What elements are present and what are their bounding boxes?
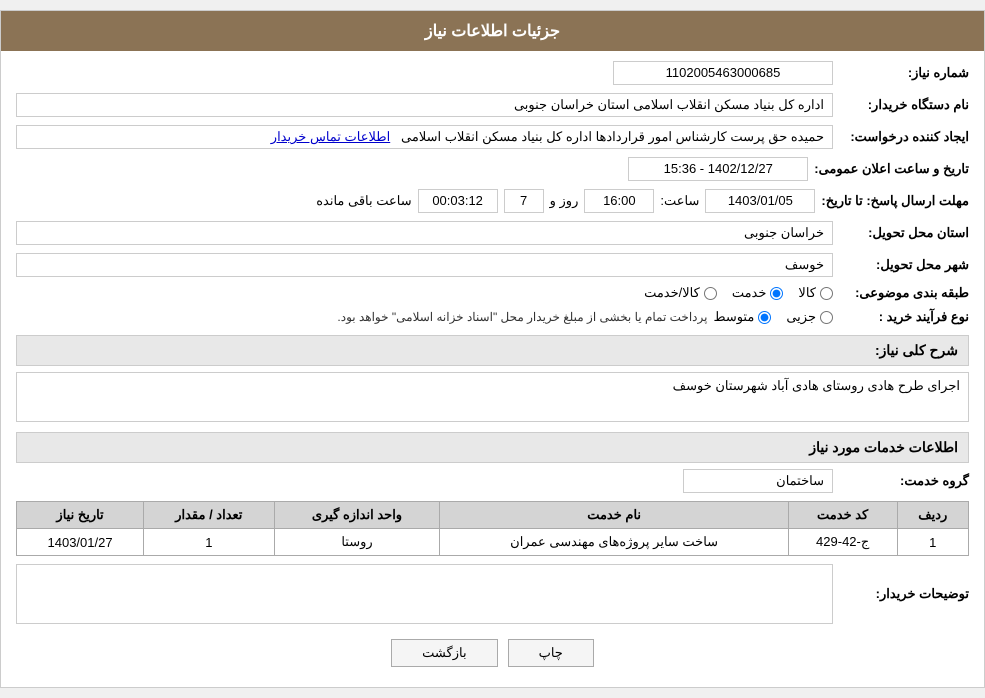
nam-dastgah-label: نام دستگاه خریدار:: [839, 97, 969, 113]
print-button[interactable]: چاپ: [508, 639, 594, 667]
noe-farayand-row: نوع فرآیند خرید : جزیی متوسط پرداخت تمام…: [16, 309, 969, 325]
sharh-box-container: اجرای طرح هادی روستای هادی آباد شهرستان …: [16, 372, 969, 422]
col-kod-khadamat: کد خدمت: [788, 502, 897, 529]
col-radif: ردیف: [897, 502, 968, 529]
ostan-row: استان محل تحویل: خراسان جنوبی: [16, 221, 969, 245]
col-nam-khadamat: نام خدمت: [440, 502, 788, 529]
ijad-konande-row: ایجاد کننده درخواست: حمیده حق پرست کارشن…: [16, 125, 969, 149]
noe-farayand-radio-group: جزیی متوسط: [713, 309, 833, 325]
tabaqebandi-radio-group: کالا خدمت کالا/خدمت: [644, 285, 833, 301]
ostan-label: استان محل تحویل:: [839, 225, 969, 241]
cell-nam-khadamat: ساخت سایر پروژه‌های مهندسی عمران: [440, 529, 788, 556]
tabaqebandi-kala-khadamat-label: کالا/خدمت: [644, 285, 700, 301]
tarikh-label: تاریخ و ساعت اعلان عمومی:: [814, 161, 969, 177]
nam-dastgah-value: اداره کل بنیاد مسکن انقلاب اسلامی استان …: [16, 93, 833, 117]
tabaqebandi-kala-khadamat-radio[interactable]: [704, 287, 717, 300]
baghimande-time: 00:03:12: [418, 189, 498, 213]
noe-farayand-motovaset-label: متوسط: [713, 309, 754, 325]
mohlat-label: مهلت ارسال پاسخ: تا تاریخ:: [821, 193, 969, 209]
shomare-niaz-row: شماره نیاز: 1102005463000685: [16, 61, 969, 85]
geroh-khadamat-label: گروه خدمت:: [839, 473, 969, 489]
tabaqebandi-khadamat-item: خدمت: [732, 285, 784, 301]
geroh-khadamat-value: ساختمان: [683, 469, 833, 493]
tabaqebandi-khadamat-radio[interactable]: [770, 287, 783, 300]
khadamat-label: اطلاعات خدمات مورد نیاز: [809, 439, 958, 455]
khadamat-section-header: اطلاعات خدمات مورد نیاز: [16, 432, 969, 463]
tabaqebandi-label: طبقه بندی موضوعی:: [839, 285, 969, 301]
noe-farayand-note: پرداخت تمام یا بخشی از مبلغ خریدار محل "…: [337, 310, 707, 324]
mohlat-saat: 16:00: [584, 189, 654, 213]
noe-farayand-jozii-radio[interactable]: [820, 311, 833, 324]
cell-tarikh: 1403/01/27: [17, 529, 144, 556]
mohlat-row: مهلت ارسال پاسخ: تا تاریخ: 1403/01/05 سا…: [16, 189, 969, 213]
tabaqebandi-row: طبقه بندی موضوعی: کالا خدمت کالا/خدمت: [16, 285, 969, 301]
col-tedad: تعداد / مقدار: [144, 502, 274, 529]
tarikh-value: 1402/12/27 - 15:36: [628, 157, 808, 181]
services-table: ردیف کد خدمت نام خدمت واحد اندازه گیری ت…: [16, 501, 969, 556]
shomare-niaz-label: شماره نیاز:: [839, 65, 969, 81]
ijad-konande-label: ایجاد کننده درخواست:: [839, 129, 969, 145]
cell-radif: 1: [897, 529, 968, 556]
noe-farayand-motovaset-item: متوسط: [713, 309, 771, 325]
button-row: چاپ بازگشت: [16, 639, 969, 667]
mohlat-rooz-label: روز و: [550, 193, 579, 209]
noe-farayand-label: نوع فرآیند خرید :: [839, 309, 969, 325]
nam-dastgah-row: نام دستگاه خریدار: اداره کل بنیاد مسکن ا…: [16, 93, 969, 117]
shahr-label: شهر محل تحویل:: [839, 257, 969, 273]
back-button[interactable]: بازگشت: [391, 639, 497, 667]
sharh-section-header: شرح کلی نیاز:: [16, 335, 969, 366]
mohlat-saat-label: ساعت:: [660, 193, 699, 209]
noe-farayand-jozii-item: جزیی: [786, 309, 833, 325]
page-title: جزئیات اطلاعات نیاز: [425, 23, 560, 40]
ostan-value: خراسان جنوبی: [16, 221, 833, 245]
sharh-label: شرح کلی نیاز:: [875, 342, 958, 358]
shahr-value: خوسف: [16, 253, 833, 277]
shahr-row: شهر محل تحویل: خوسف: [16, 253, 969, 277]
tarikh-row: تاریخ و ساعت اعلان عمومی: 1402/12/27 - 1…: [16, 157, 969, 181]
cell-tedad: 1: [144, 529, 274, 556]
sharh-value: اجرای طرح هادی روستای هادی آباد شهرستان …: [16, 372, 969, 422]
shomare-niaz-value: 1102005463000685: [613, 61, 833, 85]
geroh-khadamat-row: گروه خدمت: ساختمان: [16, 469, 969, 493]
col-vahed: واحد اندازه گیری: [274, 502, 440, 529]
cell-kod-khadamat: ج-42-429: [788, 529, 897, 556]
description-textarea[interactable]: [16, 564, 833, 624]
description-label: توضیحات خریدار:: [839, 586, 969, 602]
baghimande-label: ساعت باقی مانده: [316, 193, 411, 209]
noe-farayand-motovaset-radio[interactable]: [758, 311, 771, 324]
page-header: جزئیات اطلاعات نیاز: [1, 11, 984, 51]
tabaqebandi-khadamat-label: خدمت: [732, 285, 767, 301]
col-tarikh: تاریخ نیاز: [17, 502, 144, 529]
table-row: 1 ج-42-429 ساخت سایر پروژه‌های مهندسی عم…: [17, 529, 969, 556]
tabaqebandi-kala-item: کالا: [798, 285, 833, 301]
description-row: توضیحات خریدار:: [16, 564, 969, 624]
ettelaat-tamas-link[interactable]: اطلاعات تماس خریدار: [271, 129, 390, 144]
tabaqebandi-kala-radio[interactable]: [820, 287, 833, 300]
cell-vahed: روستا: [274, 529, 440, 556]
ijad-konande-value: حمیده حق پرست کارشناس امور قراردادها ادا…: [16, 125, 833, 149]
mohlat-rooz: 7: [504, 189, 544, 213]
tabaqebandi-kala-label: کالا: [798, 285, 816, 301]
table-header-row: ردیف کد خدمت نام خدمت واحد اندازه گیری ت…: [17, 502, 969, 529]
mohlat-date: 1403/01/05: [705, 189, 815, 213]
tabaqebandi-kala-khadamat-item: کالا/خدمت: [644, 285, 717, 301]
noe-farayand-jozii-label: جزیی: [786, 309, 816, 325]
